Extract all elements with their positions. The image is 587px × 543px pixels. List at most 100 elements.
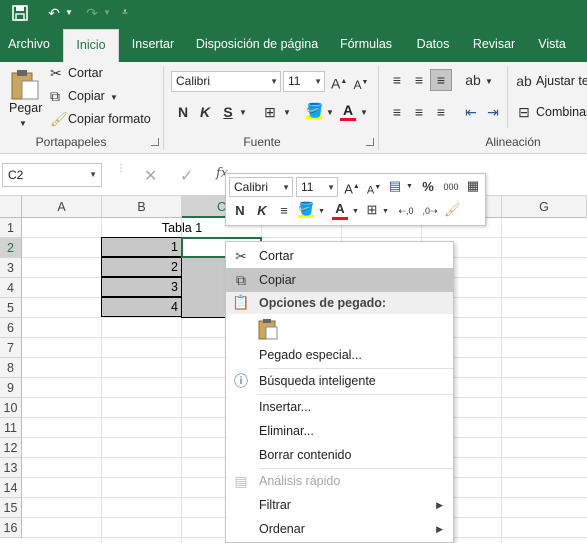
mini-borders-dropdown-icon[interactable]: ▼ [382,204,389,220]
undo-icon[interactable]: ↶ [44,3,64,23]
row-header[interactable]: 3 [0,258,22,278]
borders-dropdown-icon[interactable]: ▼ [283,105,291,121]
row-header[interactable]: 9 [0,378,22,398]
wrap-text-button[interactable]: Ajustar te [536,74,587,88]
mini-percent-button[interactable]: % [420,179,436,195]
column-header-g[interactable]: G [502,196,587,218]
mini-format-table-icon[interactable]: ▦ [465,178,481,194]
orientation-icon[interactable]: ab [464,72,482,88]
menu-item-cut[interactable]: ✂ Cortar [226,244,453,268]
row-header[interactable]: 7 [0,338,22,358]
mini-bold-button[interactable]: N [233,203,247,219]
table-cell[interactable]: 2 [101,257,182,277]
tab-formulas[interactable]: Fórmulas [334,26,398,62]
mini-accounting-dropdown-icon[interactable]: ▼ [406,179,413,195]
orientation-dropdown-icon[interactable]: ▼ [485,74,493,90]
paste-dropdown-icon[interactable]: ▼ [19,116,27,132]
table-cell[interactable]: 1 [101,237,182,257]
redo-dropdown-icon[interactable]: ▼ [102,3,112,23]
mini-shrink-font-icon[interactable]: A▼ [366,180,382,199]
cut-button[interactable]: Cortar [68,66,103,80]
mini-increase-decimal-icon[interactable]: ⇠,0 [396,203,416,219]
grow-font-icon[interactable]: A▲ [331,74,347,92]
mini-borders-icon[interactable]: ⊞ [364,202,380,218]
menu-item-delete[interactable]: Eliminar... [226,419,453,443]
font-size-combo[interactable]: 11 ▼ [283,71,325,92]
cancel-entry-icon[interactable]: ✕ [144,166,157,186]
row-header[interactable]: 8 [0,358,22,378]
select-all-corner[interactable] [0,196,22,218]
menu-item-paste-special[interactable]: Pegado especial... [226,343,453,367]
mini-fill-dropdown-icon[interactable]: ▼ [318,204,325,220]
mini-italic-button[interactable]: K [255,203,269,219]
wrap-text-icon[interactable]: ab [516,73,532,89]
format-painter-button[interactable]: Copiar formato [68,112,151,126]
paste-button[interactable]: Pegar [9,101,42,115]
mini-accounting-format-icon[interactable]: ▤ [386,178,404,194]
align-right-icon[interactable]: ≡ [432,104,450,120]
mini-font-color-dropdown-icon[interactable]: ▼ [352,204,359,220]
borders-icon[interactable]: ⊞ [262,104,278,120]
italic-button[interactable]: K [198,104,212,120]
menu-item-copy[interactable]: ⧉ Copiar [226,268,453,292]
tab-insertar[interactable]: Insertar [124,26,182,62]
copy-button[interactable]: Copiar [68,89,105,103]
menu-item-insert[interactable]: Insertar... [226,395,453,419]
copy-icon[interactable]: ⧉ [50,88,60,104]
tab-vista[interactable]: Vista [530,26,574,62]
row-header[interactable]: 5 [0,298,22,318]
fill-color-icon[interactable]: 🪣 [306,102,323,119]
font-name-combo[interactable]: Calibri ▼ [171,71,281,92]
decrease-indent-icon[interactable]: ⇤ [462,104,480,120]
name-box[interactable]: C2 ▼ [2,163,102,187]
align-bottom-icon[interactable]: ≡ [430,69,452,91]
row-header[interactable]: 10 [0,398,22,418]
confirm-entry-icon[interactable]: ✓ [180,166,193,186]
row-header[interactable]: 4 [0,278,22,298]
scissors-icon[interactable]: ✂ [50,65,62,81]
row-header[interactable]: 14 [0,478,22,498]
clipboard-launcher-icon[interactable] [151,138,159,146]
row-header[interactable]: 13 [0,458,22,478]
customize-qat-icon[interactable]: ⩡ [118,3,132,23]
row-header[interactable]: 15 [0,498,22,518]
tab-inicio[interactable]: Inicio [63,29,119,62]
mini-thousands-button[interactable]: 000 [441,179,461,195]
fill-color-dropdown-icon[interactable]: ▼ [326,105,334,121]
mini-decrease-decimal-icon[interactable]: ,0⇢ [420,203,440,219]
align-top-icon[interactable]: ≡ [388,72,406,88]
mini-font-name-combo[interactable]: Calibri ▼ [229,177,293,197]
merge-icon[interactable]: ⊟ [516,104,532,120]
font-color-icon[interactable]: A [340,102,356,121]
mini-format-painter-icon[interactable]: 🖌 [444,202,461,218]
menu-item-clear-contents[interactable]: Borrar contenido [226,443,453,467]
font-launcher-icon[interactable] [366,138,374,146]
menu-item-smart-lookup[interactable]: ⓘ Búsqueda inteligente [226,369,453,393]
tab-disposicion[interactable]: Disposición de página [190,26,324,62]
menu-item-quick-analysis[interactable]: ▤ Análisis rápido [226,469,453,493]
table-cell[interactable]: 3 [101,277,182,297]
tab-revisar[interactable]: Revisar [466,26,522,62]
row-header[interactable]: 11 [0,418,22,438]
increase-indent-icon[interactable]: ⇥ [484,104,502,120]
column-header-b[interactable]: B [102,196,182,218]
paste-option-button[interactable] [256,317,280,341]
row-header[interactable]: 16 [0,518,22,538]
mini-fill-color-icon[interactable]: 🪣 [298,201,314,218]
undo-dropdown-icon[interactable]: ▼ [64,3,74,23]
table-cell[interactable]: 4 [101,297,182,317]
font-color-dropdown-icon[interactable]: ▼ [360,105,368,121]
align-middle-icon[interactable]: ≡ [410,72,428,88]
menu-item-filter[interactable]: Filtrar ▶ [226,493,453,517]
merge-button[interactable]: Combinar [536,105,587,119]
align-left-icon[interactable]: ≡ [388,104,406,120]
column-header-a[interactable]: A [22,196,102,218]
mini-grow-font-icon[interactable]: A▲ [344,179,360,197]
formula-bar-dots-icon[interactable]: ⋮ [116,164,126,184]
bold-button[interactable]: N [176,104,190,120]
align-center-icon[interactable]: ≡ [410,104,428,120]
underline-button[interactable]: S [221,104,235,120]
shrink-font-icon[interactable]: A▼ [353,75,369,93]
menu-item-sort[interactable]: Ordenar ▶ [226,517,453,541]
tab-archivo[interactable]: Archivo [0,26,58,62]
